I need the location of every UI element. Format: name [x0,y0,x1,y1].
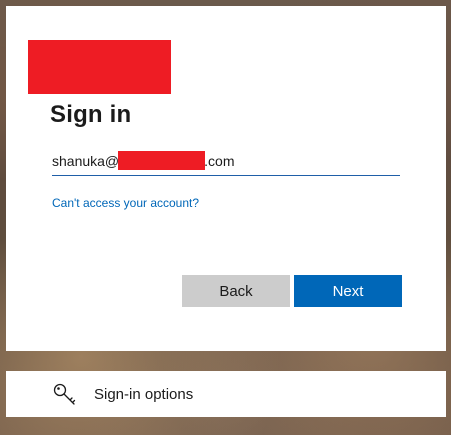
email-redaction [118,151,206,170]
email-value: shanuka@ .com [52,151,235,170]
email-prefix: shanuka@ [52,152,120,169]
back-button[interactable]: Back [182,275,290,307]
email-field[interactable]: shanuka@ .com [52,146,400,176]
page-title: Sign in [50,101,132,128]
key-icon [53,383,76,405]
logo-redaction [28,40,171,94]
signin-options-button[interactable]: Sign-in options [6,371,446,417]
signin-card: Sign in shanuka@ .com Can't access your … [6,6,446,351]
signin-options-label: Sign-in options [94,386,194,403]
email-suffix: .com [204,152,235,169]
cant-access-account-link[interactable]: Can't access your account? [52,196,199,210]
next-button[interactable]: Next [294,275,402,307]
